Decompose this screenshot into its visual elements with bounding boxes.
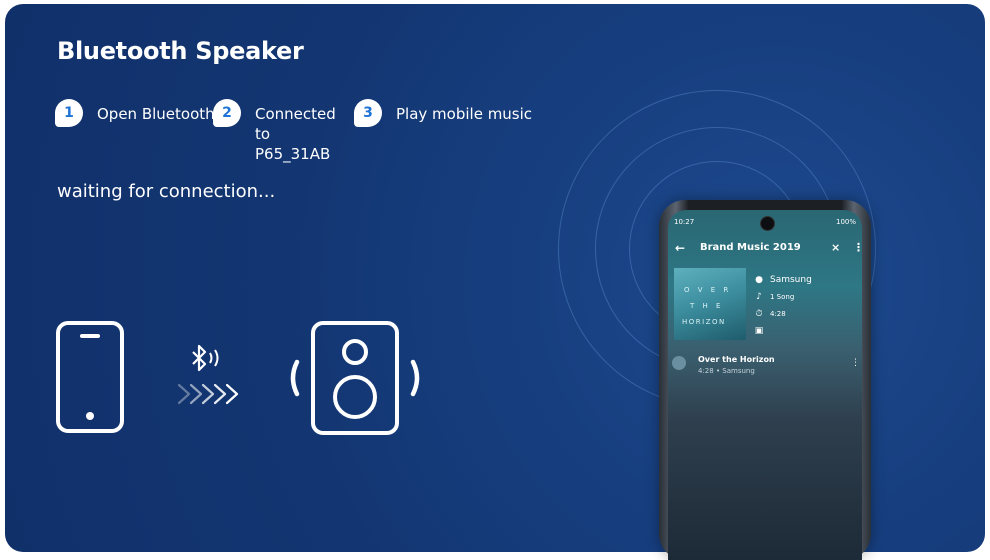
calendar-icon: ▣: [754, 326, 764, 336]
step-number-badge: 1: [55, 99, 83, 127]
album-art-text: O V E R: [684, 286, 732, 294]
more-options-icon[interactable]: ⋮: [853, 241, 862, 254]
status-time: 10:27: [674, 218, 695, 226]
timer-icon: ⏱: [755, 309, 763, 319]
person-icon: ●: [755, 275, 763, 285]
smartphone-icon: [56, 321, 124, 433]
album-duration: 4:28: [770, 310, 786, 318]
track-more-icon[interactable]: ⋮: [851, 358, 860, 368]
phone-screen: 10:27 100% ← Brand Music 2019 ⨯ ⋮ O V E …: [668, 210, 862, 560]
album-art: O V E R T H E HORIZON: [674, 268, 746, 340]
shuffle-icon[interactable]: ⨯: [831, 241, 840, 254]
status-battery: 100%: [835, 218, 856, 226]
speaker-icon: [290, 321, 420, 435]
album-art-text: T H E: [690, 302, 724, 310]
track-row[interactable]: Over the Horizon 4:28 • Samsung ⋮: [668, 352, 862, 378]
page-title: Bluetooth Speaker: [57, 37, 304, 65]
step-number-badge: 2: [213, 99, 241, 127]
artist-name: Samsung: [770, 275, 812, 285]
music-app-bar: ← Brand Music 2019 ⨯ ⋮: [668, 238, 862, 260]
album-meta: ● Samsung ♪ 1 Song ⏱ 4:28 ▣: [754, 272, 812, 340]
camera-cutout: [760, 216, 775, 231]
chevron-arrows-icon: [177, 383, 239, 405]
track-title: Over the Horizon: [698, 355, 775, 364]
connection-status: waiting for connection...: [57, 181, 276, 202]
step-label: Connected to P65_31AB: [255, 105, 336, 163]
song-count: 1 Song: [770, 293, 795, 301]
playlist-title: Brand Music 2019: [700, 242, 801, 253]
bluetooth-wave-icon: [192, 344, 219, 372]
step-number-badge: 3: [354, 99, 382, 127]
track-subtitle: 4:28 • Samsung: [698, 367, 755, 375]
step-label: Play mobile music: [396, 105, 533, 123]
step-label: Open Bluetooth: [97, 105, 215, 123]
music-note-icon: ♪: [756, 292, 762, 302]
back-arrow-icon[interactable]: ←: [675, 241, 685, 255]
album-art-text: HORIZON: [682, 318, 726, 326]
track-thumbnail: [672, 356, 686, 370]
